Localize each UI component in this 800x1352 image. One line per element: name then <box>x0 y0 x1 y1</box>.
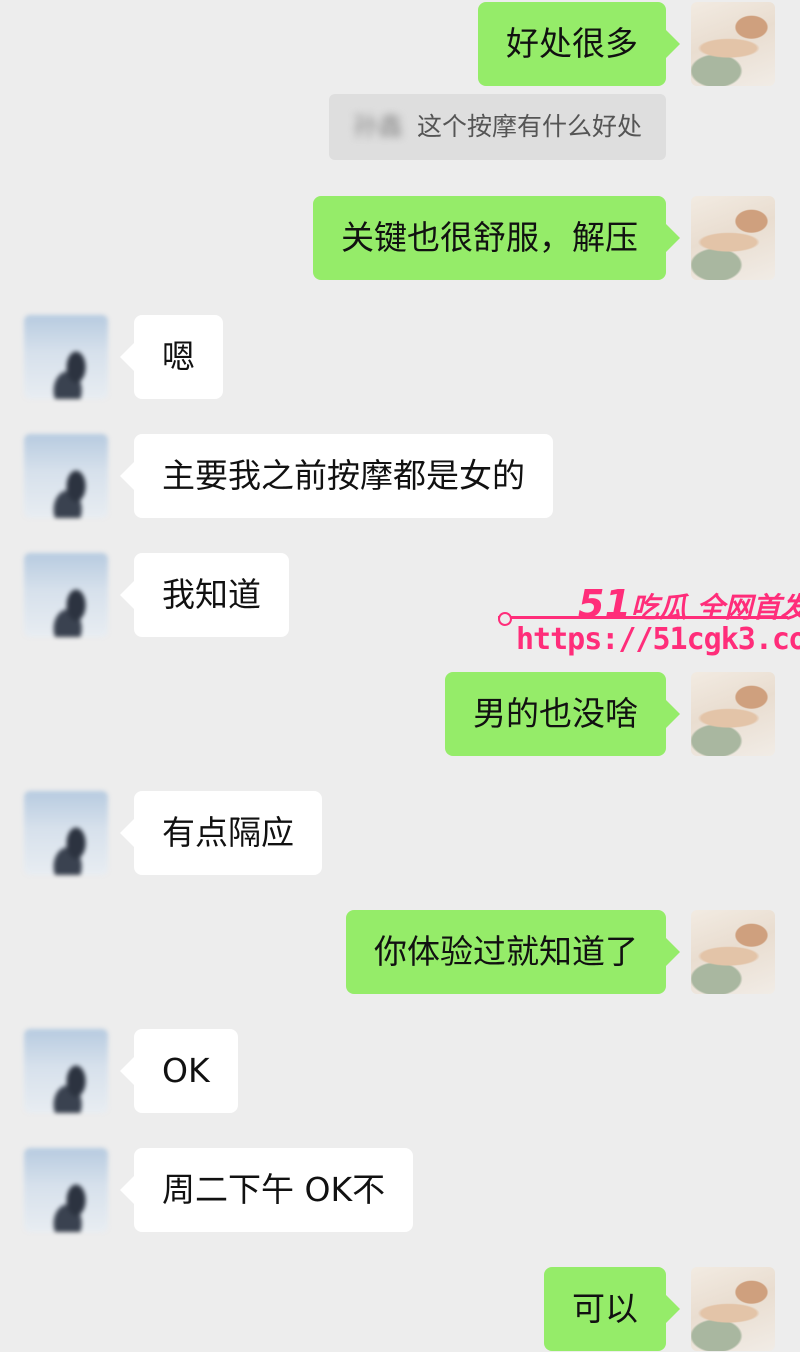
message-bubble[interactable]: 周二下午 OK不 <box>119 1148 414 1232</box>
watermark: 51吃瓜 全网首发 https://51cgk3.com <box>498 582 800 662</box>
my-avatar[interactable] <box>691 196 775 280</box>
quoted-message[interactable]: 孙鑫 这个按摩有什么好处 <box>328 94 666 160</box>
contact-avatar[interactable] <box>24 315 108 399</box>
quoted-sender-name: 孙鑫 <box>352 112 403 141</box>
contact-avatar[interactable] <box>24 553 108 637</box>
my-avatar[interactable] <box>691 1267 775 1351</box>
contact-avatar[interactable] <box>24 1148 108 1232</box>
watermark-url: https://51cgk3.com <box>516 622 800 657</box>
contact-avatar[interactable] <box>24 791 108 875</box>
message-bubble[interactable]: OK <box>120 1029 238 1113</box>
my-avatar[interactable] <box>691 2 775 86</box>
message-bubble[interactable]: 男的也没啥 <box>445 672 680 756</box>
message-bubble[interactable]: 主要我之前按摩都是女的 <box>120 434 553 518</box>
watermark-circuit-line <box>498 612 788 626</box>
message-bubble[interactable]: 有点隔应 <box>120 791 322 875</box>
contact-avatar[interactable] <box>24 1029 108 1113</box>
watermark-title: 51吃瓜 全网首发 <box>578 582 800 626</box>
message-bubble[interactable]: 可以 <box>544 1267 680 1351</box>
message-bubble[interactable]: 我知道 <box>120 553 289 637</box>
watermark-brand: 51 <box>578 582 631 626</box>
message-bubble[interactable]: 关键也很舒服，解压 <box>313 196 680 280</box>
watermark-tagline: 吃瓜 全网首发 <box>630 591 800 624</box>
contact-avatar[interactable] <box>24 434 108 518</box>
message-bubble[interactable]: 嗯 <box>120 315 223 399</box>
my-avatar[interactable] <box>691 672 775 756</box>
my-avatar[interactable] <box>691 910 775 994</box>
message-bubble[interactable]: 你体验过就知道了 <box>346 910 680 994</box>
quoted-text: 这个按摩有什么好处 <box>416 112 642 141</box>
message-bubble[interactable]: 好处很多 <box>478 2 680 86</box>
